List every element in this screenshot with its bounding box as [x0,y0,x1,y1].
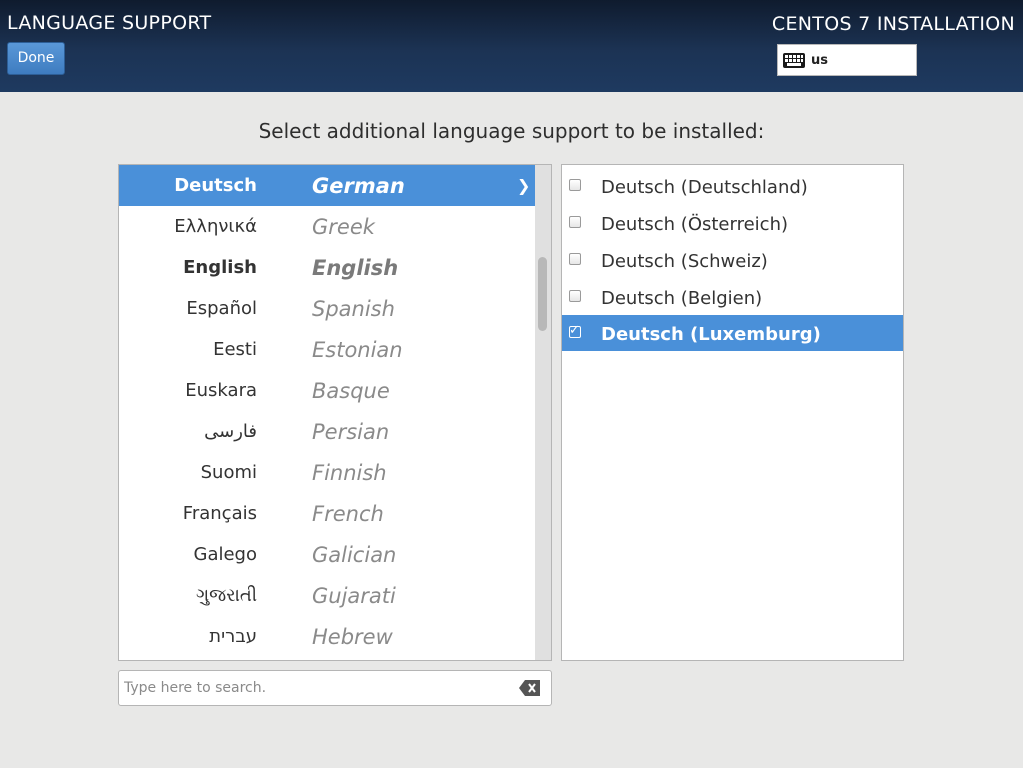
keyboard-layout-label: us [811,53,828,68]
native-name: ગુજરાતી [196,585,257,606]
locale-checkbox-checked[interactable]: ✓ [569,323,581,338]
locale-row[interactable]: Deutsch (Belgien) [562,279,903,315]
language-row-estonian[interactable]: Eesti Estonian [119,329,535,370]
native-name: Deutsch [174,175,257,196]
keyboard-icon [783,53,805,68]
instruction-text: Select additional language support to be… [258,119,765,143]
language-row-basque[interactable]: Euskara Basque [119,370,535,411]
english-name: Greek [312,215,375,239]
search-input[interactable] [124,677,504,699]
english-name: Spanish [312,297,395,321]
chevron-right-icon: ❯ [517,176,531,195]
english-name: Galician [312,543,397,567]
page-title: LANGUAGE SUPPORT [7,12,212,34]
language-row-english[interactable]: English English [119,247,535,288]
native-name: فارسی [204,421,257,442]
native-name: עברית [209,626,257,647]
locale-label: Deutsch (Belgien) [601,288,763,309]
language-list[interactable]: Deutsch German ❯ Ελληνικά Greek English … [118,164,552,661]
locale-row[interactable]: Deutsch (Österreich) [562,205,903,241]
english-name: Persian [312,420,390,444]
locale-label: Deutsch (Deutschland) [601,177,808,198]
language-row-galician[interactable]: Galego Galician [119,534,535,575]
language-row-french[interactable]: Français French [119,493,535,534]
language-list-scrollbar[interactable] [535,165,551,660]
clear-text-icon[interactable] [519,680,541,696]
native-name: Suomi [200,462,257,483]
locale-row-selected[interactable]: ✓ Deutsch (Luxemburg) [562,315,903,351]
english-name: Gujarati [312,584,396,608]
locale-label: Deutsch (Schweiz) [601,251,768,272]
check-icon: ✓ [569,323,580,338]
language-row-greek[interactable]: Ελληνικά Greek [119,206,535,247]
english-name: French [312,502,384,526]
header-bar: LANGUAGE SUPPORT Done CENTOS 7 INSTALLAT… [0,0,1023,92]
locale-label: Deutsch (Österreich) [601,214,788,235]
keyboard-layout-indicator[interactable]: us [777,44,917,76]
product-title: CENTOS 7 INSTALLATION [771,13,1015,35]
native-name: Français [182,503,257,524]
native-name: Español [186,298,257,319]
locale-label: Deutsch (Luxemburg) [601,324,821,345]
english-name: Basque [312,379,390,403]
locale-checkbox[interactable] [569,216,581,228]
native-name: Eesti [213,339,257,360]
native-name: English [183,257,257,278]
locale-row[interactable]: Deutsch (Schweiz) [562,242,903,278]
locale-row[interactable]: Deutsch (Deutschland) [562,168,903,204]
scrollbar-thumb[interactable] [538,257,547,331]
english-name: German [312,174,405,198]
search-box[interactable] [118,670,552,706]
language-row-finnish[interactable]: Suomi Finnish [119,452,535,493]
language-row-german[interactable]: Deutsch German ❯ [119,165,535,206]
locale-checkbox[interactable] [569,290,581,302]
language-row-spanish[interactable]: Español Spanish [119,288,535,329]
english-name: Estonian [312,338,403,362]
native-name: Euskara [185,380,257,401]
english-name: English [312,256,399,280]
done-button[interactable]: Done [7,42,65,75]
language-row-hebrew[interactable]: עברית Hebrew [119,616,535,657]
locale-checkbox[interactable] [569,179,581,191]
language-row-persian[interactable]: فارسی Persian [119,411,535,452]
english-name: Finnish [312,461,387,485]
native-name: Galego [193,544,258,565]
locale-checkbox[interactable] [569,253,581,265]
locale-list[interactable]: Deutsch (Deutschland) Deutsch (Österreic… [561,164,904,661]
language-row-gujarati[interactable]: ગુજરાતી Gujarati [119,575,535,616]
native-name: Ελληνικά [174,216,257,237]
english-name: Hebrew [312,625,393,649]
